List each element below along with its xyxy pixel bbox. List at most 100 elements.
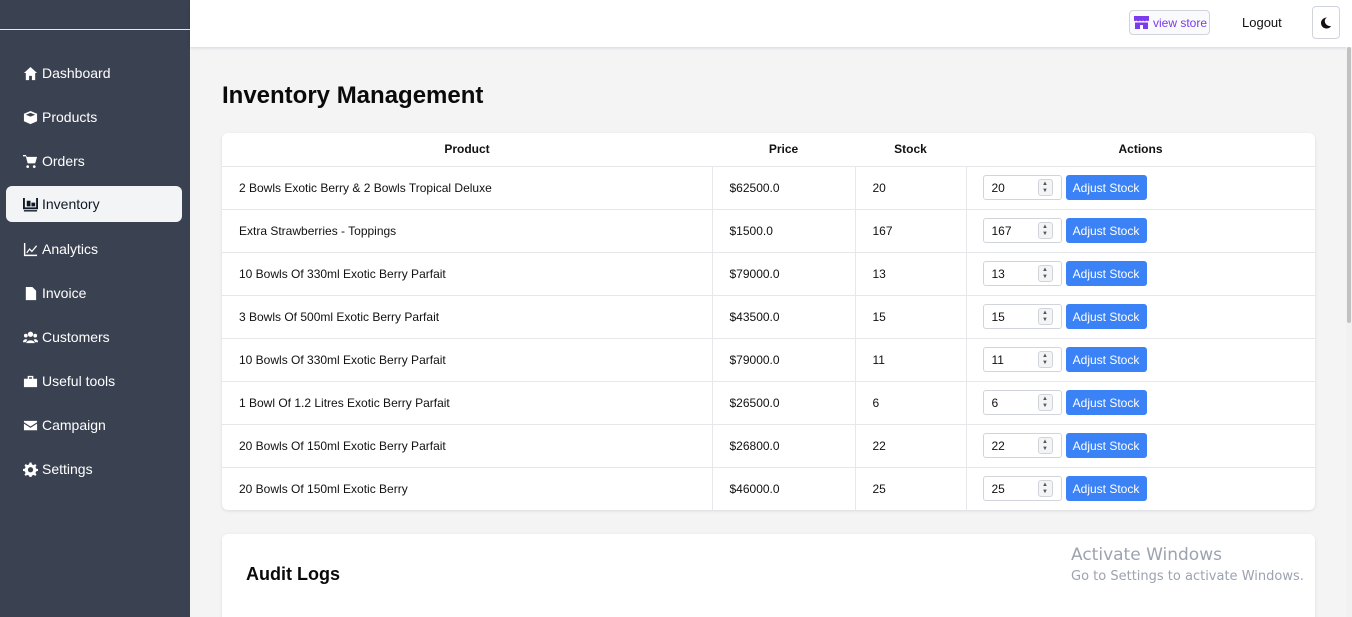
adjust-stock-button[interactable]: Adjust Stock xyxy=(1065,218,1147,243)
cart-icon xyxy=(22,153,38,169)
adjust-stock-button[interactable]: Adjust Stock xyxy=(1065,347,1147,372)
cell-stock: 22 xyxy=(855,424,967,468)
quantity-spinner[interactable]: ▲ ▼ xyxy=(1037,394,1053,411)
cell-stock: 11 xyxy=(855,338,967,382)
cell-product: 10 Bowls Of 330ml Exotic Berry Parfait xyxy=(222,338,713,382)
sidebar-item-settings[interactable]: Settings xyxy=(6,451,182,487)
stock-quantity-input[interactable]: 167 ▲ ▼ xyxy=(982,218,1062,243)
spinner-up-icon[interactable]: ▲ xyxy=(1042,267,1048,274)
table-row: Extra Strawberries - Toppings $1500.0 167 1… xyxy=(222,209,1316,253)
spinner-down-icon[interactable]: ▼ xyxy=(1042,403,1048,410)
theme-toggle-button[interactable] xyxy=(1312,6,1340,39)
moon-icon xyxy=(1321,17,1332,28)
spinner-up-icon[interactable]: ▲ xyxy=(1042,224,1048,231)
sidebar-item-label: Customers xyxy=(42,329,110,345)
spinner-down-icon[interactable]: ▼ xyxy=(1042,274,1048,281)
page-scrollbar[interactable] xyxy=(1346,47,1352,617)
stock-quantity-input[interactable]: 22 ▲ ▼ xyxy=(982,433,1062,458)
cell-price: $79000.0 xyxy=(712,338,856,382)
stock-quantity-input[interactable]: 25 ▲ ▼ xyxy=(982,476,1062,502)
adjust-stock-button[interactable]: Adjust Stock xyxy=(1065,433,1147,458)
sidebar-item-label: Campaign xyxy=(42,417,106,433)
sidebar-item-analytics[interactable]: Analytics xyxy=(6,231,182,267)
quantity-spinner[interactable]: ▲ ▼ xyxy=(1037,179,1053,196)
windows-activation-watermark: Activate Windows Go to Settings to activ… xyxy=(1071,545,1304,584)
stock-quantity-value: 13 xyxy=(991,266,1005,281)
quantity-spinner[interactable]: ▲ ▼ xyxy=(1037,351,1053,368)
stock-quantity-input[interactable]: 13 ▲ ▼ xyxy=(982,261,1062,286)
action-group: 15 ▲ ▼ Adjust Stock xyxy=(982,304,1316,329)
table-row: 20 Bowls Of 150ml Exotic Berry $46000.0 25… xyxy=(222,467,1315,510)
action-group: 20 ▲ ▼ Adjust Stock xyxy=(982,175,1316,200)
sidebar-item-label: Orders xyxy=(42,153,85,169)
logout-button[interactable]: Logout xyxy=(1242,15,1282,30)
quantity-spinner[interactable]: ▲ ▼ xyxy=(1037,480,1053,498)
spinner-down-icon[interactable]: ▼ xyxy=(1042,489,1048,496)
spinner-down-icon[interactable]: ▼ xyxy=(1042,446,1048,453)
sidebar-item-inventory[interactable]: Inventory xyxy=(6,186,182,222)
column-header-actions: Actions xyxy=(966,133,1315,167)
store-icon xyxy=(1134,16,1149,29)
envelope-icon xyxy=(22,417,38,433)
adjust-stock-button[interactable]: Adjust Stock xyxy=(1065,476,1147,502)
quantity-spinner[interactable]: ▲ ▼ xyxy=(1037,265,1053,282)
stock-quantity-input[interactable]: 20 ▲ ▼ xyxy=(982,175,1062,200)
adjust-stock-button[interactable]: Adjust Stock xyxy=(1065,261,1147,286)
audit-logs-title: Audit Logs xyxy=(246,564,340,584)
cell-price: $26500.0 xyxy=(712,381,856,425)
cell-product: Extra Strawberries - Toppings xyxy=(222,209,713,253)
stock-quantity-input[interactable]: 6 ▲ ▼ xyxy=(982,390,1062,415)
inventory-table: Product Price Stock Actions 2 Bowls Exot… xyxy=(222,133,1315,510)
column-header-price: Price xyxy=(712,133,855,167)
adjust-stock-button[interactable]: Adjust Stock xyxy=(1065,304,1147,329)
cell-stock: 6 xyxy=(855,381,967,425)
sidebar-item-products[interactable]: Products xyxy=(6,99,182,135)
scrollbar-thumb[interactable] xyxy=(1347,47,1351,323)
cell-actions: 25 ▲ ▼ Adjust Stock xyxy=(966,467,1315,510)
cell-actions: 15 ▲ ▼ Adjust Stock xyxy=(966,295,1316,339)
adjust-stock-button[interactable]: Adjust Stock xyxy=(1065,175,1147,200)
spinner-down-icon[interactable]: ▼ xyxy=(1042,231,1048,238)
adjust-stock-button[interactable]: Adjust Stock xyxy=(1065,390,1147,415)
stock-quantity-value: 167 xyxy=(991,223,1012,238)
cell-actions: 13 ▲ ▼ Adjust Stock xyxy=(966,252,1315,296)
stock-quantity-value: 22 xyxy=(991,438,1005,453)
cell-product: 1 Bowl Of 1.2 Litres Exotic Berry Parfai… xyxy=(222,381,713,425)
sidebar-item-useful-tools[interactable]: Useful tools xyxy=(6,363,182,399)
cell-actions: 167 ▲ ▼ Adjust Stock xyxy=(966,209,1316,253)
spinner-up-icon[interactable]: ▲ xyxy=(1042,439,1048,446)
watermark-subtitle: Go to Settings to activate Windows. xyxy=(1071,569,1304,584)
quantity-spinner[interactable]: ▲ ▼ xyxy=(1037,222,1053,239)
spinner-down-icon[interactable]: ▼ xyxy=(1042,317,1048,324)
pallet-icon xyxy=(22,196,38,212)
cell-stock: 15 xyxy=(855,295,967,339)
cell-product: 3 Bowls Of 500ml Exotic Berry Parfait xyxy=(222,295,713,339)
sidebar-item-campaign[interactable]: Campaign xyxy=(6,407,182,443)
spinner-up-icon[interactable]: ▲ xyxy=(1042,353,1048,360)
cell-actions: 22 ▲ ▼ Adjust Stock xyxy=(966,424,1315,468)
sidebar-item-label: Dashboard xyxy=(42,65,111,81)
sidebar-item-invoice[interactable]: Invoice xyxy=(6,275,182,311)
stock-quantity-input[interactable]: 11 ▲ ▼ xyxy=(982,347,1062,372)
cell-stock: 13 xyxy=(855,252,967,296)
quantity-spinner[interactable]: ▲ ▼ xyxy=(1037,437,1053,454)
view-store-button[interactable]: view store xyxy=(1129,10,1210,35)
sidebar-item-customers[interactable]: Customers xyxy=(6,319,182,355)
spinner-up-icon[interactable]: ▲ xyxy=(1042,181,1048,188)
sidebar-item-dashboard[interactable]: Dashboard xyxy=(6,55,182,91)
cell-actions: 11 ▲ ▼ Adjust Stock xyxy=(966,338,1315,382)
spinner-up-icon[interactable]: ▲ xyxy=(1042,482,1048,489)
spinner-down-icon[interactable]: ▼ xyxy=(1042,360,1048,367)
cell-price: $43500.0 xyxy=(712,295,856,339)
stock-quantity-input[interactable]: 15 ▲ ▼ xyxy=(982,304,1062,329)
action-group: 167 ▲ ▼ Adjust Stock xyxy=(982,218,1316,243)
home-icon xyxy=(22,65,38,81)
spinner-down-icon[interactable]: ▼ xyxy=(1042,188,1048,195)
cell-price: $62500.0 xyxy=(712,166,856,210)
spinner-up-icon[interactable]: ▲ xyxy=(1042,310,1048,317)
view-store-label: view store xyxy=(1153,15,1208,30)
spinner-up-icon[interactable]: ▲ xyxy=(1042,396,1048,403)
sidebar-item-orders[interactable]: Orders xyxy=(6,143,182,179)
stock-quantity-value: 15 xyxy=(991,309,1005,324)
quantity-spinner[interactable]: ▲ ▼ xyxy=(1037,308,1053,325)
